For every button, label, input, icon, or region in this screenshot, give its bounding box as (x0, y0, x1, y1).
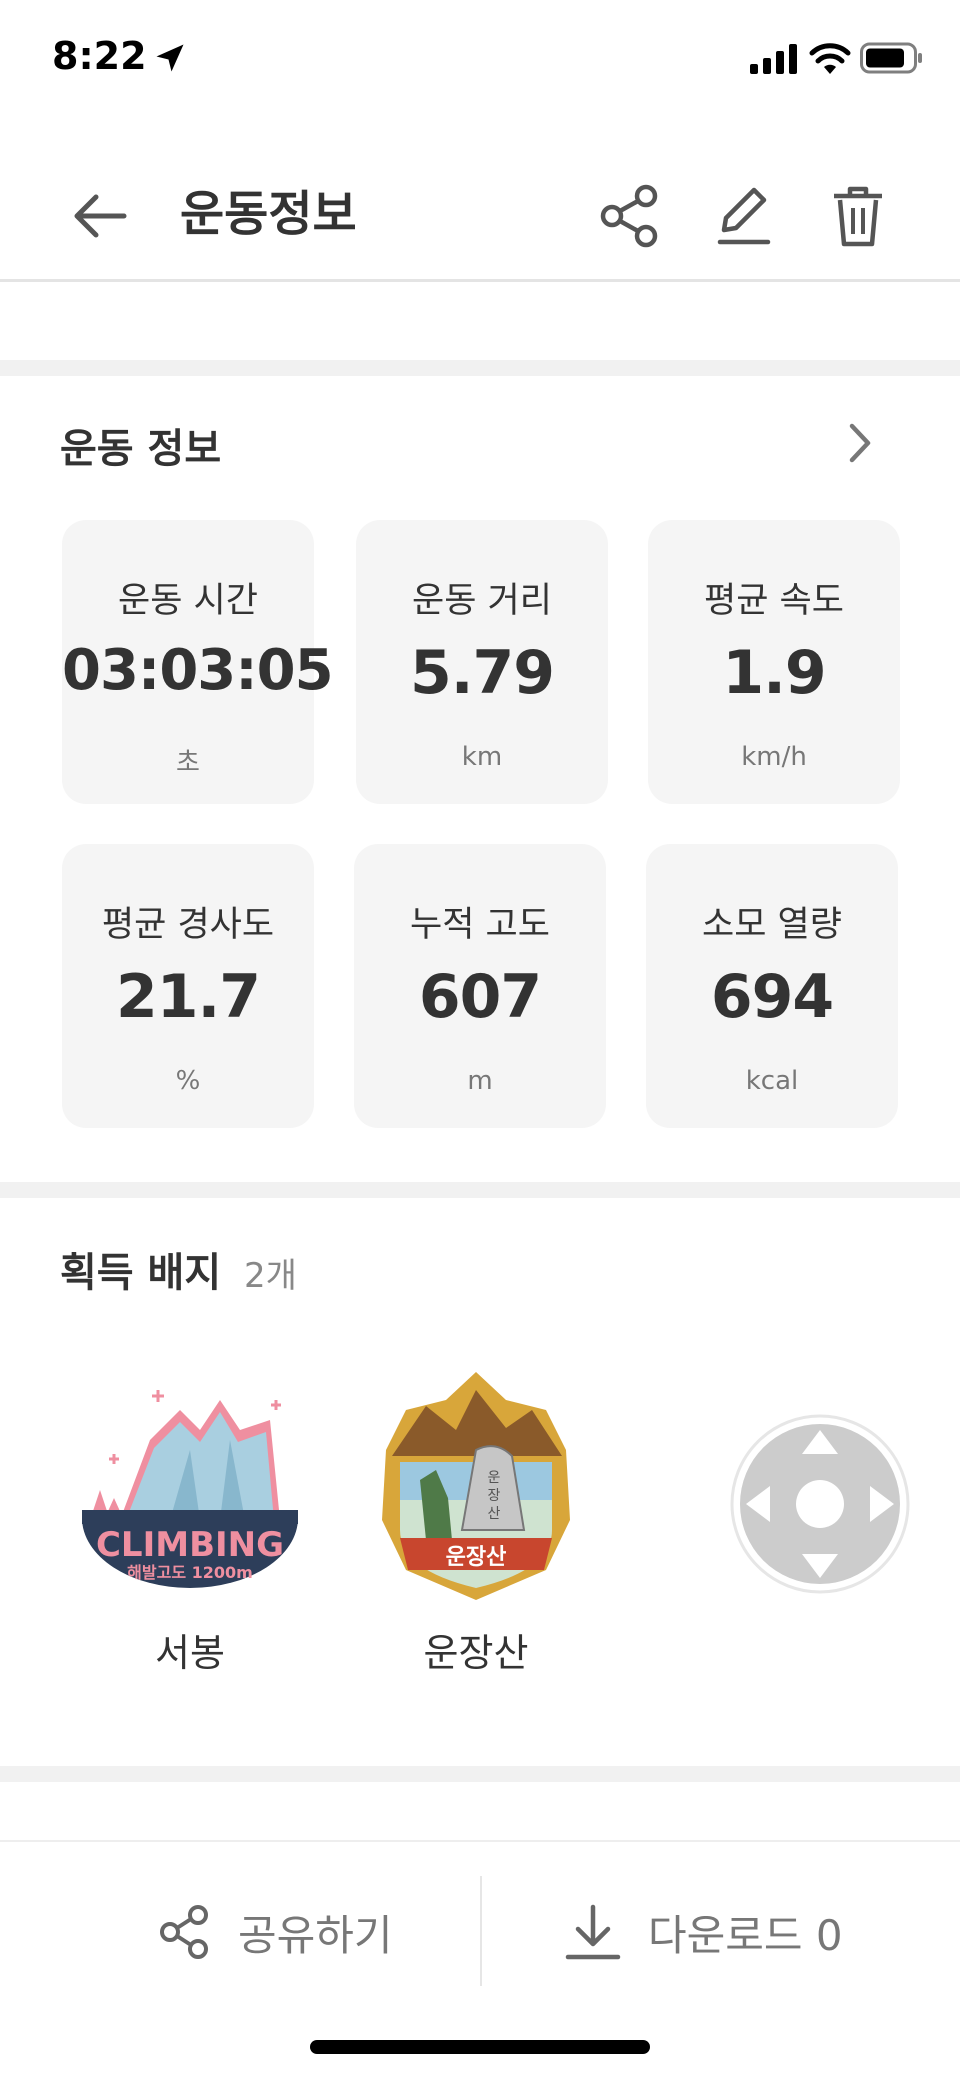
svg-text:장: 장 (488, 1488, 501, 1504)
stat-value: 1.9 (722, 638, 826, 708)
share-button[interactable]: 공유하기 (156, 1882, 393, 1982)
stat-unit: km (461, 742, 503, 772)
section-divider (0, 1182, 960, 1198)
stat-card-elevation-gain: 누적 고도 607 m (354, 844, 606, 1128)
stat-label: 운동 거리 (412, 581, 552, 621)
cellular-signal-icon (750, 44, 797, 74)
download-button[interactable]: 다운로드 0 (562, 1882, 843, 1982)
stat-card-distance: 운동 거리 5.79 km (356, 520, 608, 804)
stat-label: 소모 열량 (702, 905, 842, 945)
badge-name: 서봉 (155, 1631, 225, 1675)
stat-label: 운동 시간 (118, 581, 258, 621)
edit-pencil-icon[interactable] (706, 178, 782, 254)
svg-text:운장산: 운장산 (446, 1545, 507, 1570)
home-indicator (310, 2040, 650, 2054)
mountain-stone-badge-icon: 운 장 산 운장산 (382, 1372, 570, 1600)
stat-unit: kcal (745, 1066, 799, 1096)
badge-count: 2개 (244, 1256, 297, 1296)
share-label: 공유하기 (238, 1910, 393, 1960)
section-divider (0, 1766, 960, 1782)
svg-text:산: 산 (488, 1506, 501, 1522)
download-icon (565, 1904, 621, 1960)
download-label: 다운로드 0 (648, 1910, 843, 1960)
trash-icon[interactable] (820, 178, 896, 254)
bottom-divider (480, 1876, 482, 1986)
stat-label: 평균 경사도 (101, 905, 275, 945)
stat-value: 21.7 (115, 962, 261, 1032)
svg-text:운: 운 (488, 1470, 501, 1486)
stat-value: 694 (710, 962, 834, 1032)
page-title: 운동정보 (180, 186, 357, 242)
stat-unit: % (175, 1066, 201, 1096)
battery-icon (860, 42, 922, 74)
share-icon (160, 1905, 208, 1959)
badges-title: 획득 배지 (60, 1250, 222, 1296)
wifi-icon (809, 43, 851, 74)
stat-unit: m (467, 1066, 493, 1096)
workout-info-title: 운동 정보 (60, 426, 222, 472)
svg-text:CLIMBING: CLIMBING (96, 1525, 284, 1565)
stat-card-avg-slope: 평균 경사도 21.7 % (62, 844, 314, 1128)
bottom-action-bar: 공유하기 다운로드 0 (0, 1840, 960, 2010)
stat-value: 607 (418, 962, 542, 1032)
climbing-badge-icon: CLIMBING 해발고도 1200m (82, 1390, 298, 1588)
stat-value: 03:03:05 (62, 638, 334, 703)
stat-label: 누적 고도 (410, 905, 550, 945)
stat-card-avg-speed: 평균 속도 1.9 km/h (648, 520, 900, 804)
stat-card-time: 운동 시간 03:03:05 초 (62, 520, 334, 804)
badge-seobong[interactable]: CLIMBING 해발고도 1200m 서봉 (70, 1370, 310, 1675)
joystick-control-icon[interactable] (730, 1414, 910, 1594)
location-arrow-icon (156, 44, 184, 72)
status-time: 8:22 (52, 34, 147, 78)
stat-unit: km/h (741, 742, 807, 772)
section-divider (0, 360, 960, 376)
stat-card-calories: 소모 열량 694 kcal (646, 844, 898, 1128)
chevron-right-icon[interactable] (840, 418, 880, 468)
badge-unjangsan[interactable]: 운 장 산 운장산 운장산 (356, 1370, 596, 1675)
stat-unit: 초 (176, 748, 200, 778)
status-bar: 8:22 (0, 0, 960, 120)
stat-value: 5.79 (409, 638, 555, 708)
stat-label: 평균 속도 (704, 581, 844, 621)
badge-name: 운장산 (423, 1631, 529, 1675)
app-header: 운동정보 (0, 150, 960, 282)
back-arrow-icon[interactable] (64, 180, 136, 252)
svg-text:해발고도 1200m: 해발고도 1200m (127, 1563, 253, 1582)
share-icon[interactable] (592, 178, 668, 254)
